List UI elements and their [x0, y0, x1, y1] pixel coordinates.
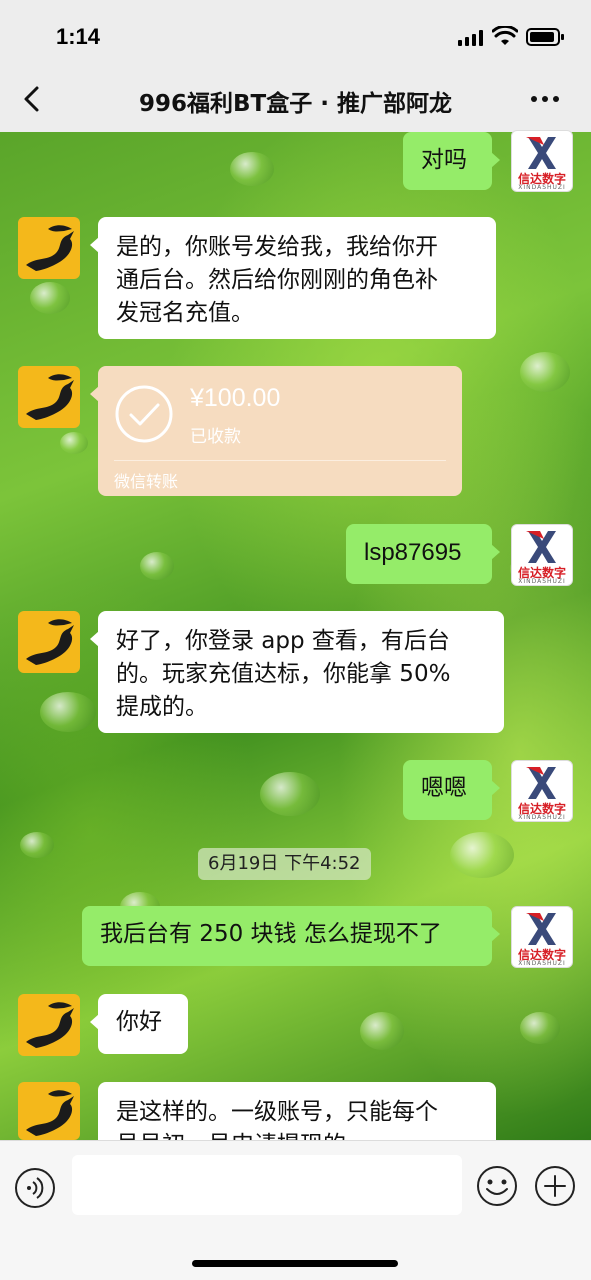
chat-input-bar — [0, 1140, 591, 1280]
divider — [114, 460, 446, 461]
emoji-icon[interactable] — [476, 1165, 518, 1207]
message-bubble[interactable]: 你好 — [90, 994, 188, 1054]
home-indicator — [192, 1260, 398, 1267]
transfer-amount: ¥100.00 — [190, 384, 281, 412]
message-text-line: 通后台。然后给你刚刚的角色补 — [116, 267, 438, 293]
dragon-icon — [26, 619, 74, 665]
message-bubble[interactable]: 是的，你账号发给我，我给你开 通后台。然后给你刚刚的角色补 发冠名充值。 — [90, 217, 496, 339]
my-avatar[interactable]: 信达数字 XINDASHUZI — [511, 760, 573, 822]
chat-title: 996福利BT盒子 · 推广部阿龙 — [139, 91, 452, 117]
message-bubble[interactable]: lsp87695 — [346, 524, 500, 584]
dragon-icon — [26, 1090, 74, 1136]
transfer-status: 已收款 — [190, 427, 241, 447]
message-text: 嗯嗯 — [421, 775, 467, 801]
message-bubble[interactable]: 嗯嗯 — [403, 760, 500, 820]
cellular-signal-icon — [458, 30, 484, 46]
message-text-line: 发冠名充值。 — [116, 300, 254, 326]
logo-text-en: XINDASHUZI — [518, 184, 566, 191]
message-bubble[interactable]: 是这样的。一级账号，只能每个 号号初，号申请提现的 — [98, 1082, 496, 1140]
status-time: 1:14 — [56, 24, 101, 49]
back-chevron-icon[interactable] — [18, 84, 48, 114]
message-text-line: 好了，你登录 app 查看，有后台 — [116, 628, 450, 654]
contact-avatar[interactable] — [18, 1082, 80, 1140]
status-bar: 1:14 — [0, 0, 591, 70]
message-bubble[interactable]: 我后台有 250 块钱 怎么提现不了 — [82, 906, 500, 966]
wifi-icon — [492, 26, 518, 45]
logo-text-en: XINDASHUZI — [518, 578, 566, 585]
chat-header: 996福利BT盒子 · 推广部阿龙 — [0, 70, 591, 132]
message-text-line: 是的，你账号发给我，我给你开 — [116, 234, 438, 260]
logo-text-en: XINDASHUZI — [518, 814, 566, 821]
wechat-transfer-card[interactable]: ¥100.00 已收款 微信转账 — [90, 366, 462, 496]
contact-avatar[interactable] — [18, 217, 80, 279]
message-text: lsp87695 — [364, 539, 462, 566]
dragon-icon — [26, 225, 74, 271]
battery-icon — [526, 28, 564, 46]
message-text-line: 是这样的。一级账号，只能每个 — [116, 1099, 438, 1125]
xinda-logo-icon — [526, 913, 556, 945]
dragon-icon — [26, 374, 74, 420]
message-input[interactable] — [72, 1155, 462, 1215]
voice-input-icon[interactable] — [14, 1167, 56, 1209]
message-text: 我后台有 250 块钱 怎么提现不了 — [100, 921, 442, 947]
xinda-logo-icon — [526, 137, 556, 169]
transfer-label: 微信转账 — [114, 472, 179, 491]
message-text-line: 号号初，号申请提现的 — [116, 1129, 478, 1140]
message-bubble[interactable]: 对吗 — [403, 132, 500, 190]
my-avatar[interactable]: 信达数字 XINDASHUZI — [511, 524, 573, 586]
contact-avatar[interactable] — [18, 366, 80, 428]
more-options-icon[interactable] — [531, 96, 561, 104]
check-circle-icon — [115, 385, 173, 443]
contact-avatar[interactable] — [18, 611, 80, 673]
message-text: 对吗 — [421, 147, 467, 173]
message-bubble[interactable]: 好了，你登录 app 查看，有后台 的。玩家充值达标，你能拿 50% 提成的。 — [90, 611, 504, 733]
dragon-icon — [26, 1002, 74, 1048]
message-text-line: 的。玩家充值达标，你能拿 50% — [116, 661, 451, 687]
my-avatar[interactable]: 信达数字 XINDASHUZI — [511, 130, 573, 192]
logo-text-en: XINDASHUZI — [518, 960, 566, 967]
xinda-logo-icon — [526, 531, 556, 563]
add-more-icon[interactable] — [534, 1165, 576, 1207]
contact-avatar[interactable] — [18, 994, 80, 1056]
message-text: 你好 — [116, 1009, 162, 1035]
my-avatar[interactable]: 信达数字 XINDASHUZI — [511, 906, 573, 968]
message-text-line: 提成的。 — [116, 694, 208, 720]
chat-timestamp: 6月19日 下午4:52 — [198, 848, 371, 880]
xinda-logo-icon — [526, 767, 556, 799]
